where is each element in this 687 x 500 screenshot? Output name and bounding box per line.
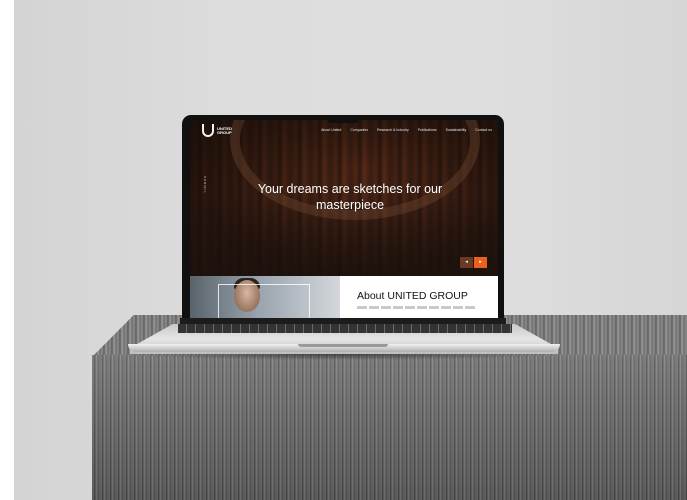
slider-arrows: ◂ ▸ [460, 257, 487, 268]
about-section: About UNITED GROUP [190, 276, 498, 318]
nav-item-contact[interactable]: Contact us [475, 128, 492, 132]
logo-text: UNITED GROUP [217, 125, 232, 135]
nav-item-about[interactable]: About United [321, 128, 341, 132]
scroll-label: SCROLL [203, 176, 207, 195]
stone-pedestal [92, 355, 687, 500]
laptop-screen: UNITED GROUP About United Companies Rese… [190, 120, 498, 318]
site-logo[interactable]: UNITED GROUP [202, 124, 239, 137]
camera-notch [327, 115, 359, 123]
top-nav: About United Companies Research & Indust… [321, 128, 492, 132]
photo-frame [218, 284, 310, 318]
left-margin [0, 0, 14, 500]
hero-headline: Your dreams are sketches for our masterp… [257, 182, 443, 212]
portrait-photo [190, 276, 340, 318]
next-arrow-button[interactable]: ▸ [474, 257, 487, 268]
nav-item-publications[interactable]: Publications [418, 128, 437, 132]
nav-item-research[interactable]: Research & Industry [377, 128, 409, 132]
about-text-lines [357, 306, 477, 309]
keyboard [178, 324, 512, 333]
nav-item-companies[interactable]: Companies [350, 128, 368, 132]
prev-arrow-button[interactable]: ◂ [460, 257, 473, 268]
nav-item-sustainability[interactable]: Sustainability [446, 128, 467, 132]
about-title: About UNITED GROUP [357, 290, 468, 302]
trackpad-notch [298, 344, 388, 347]
logo-u-icon [202, 124, 214, 137]
